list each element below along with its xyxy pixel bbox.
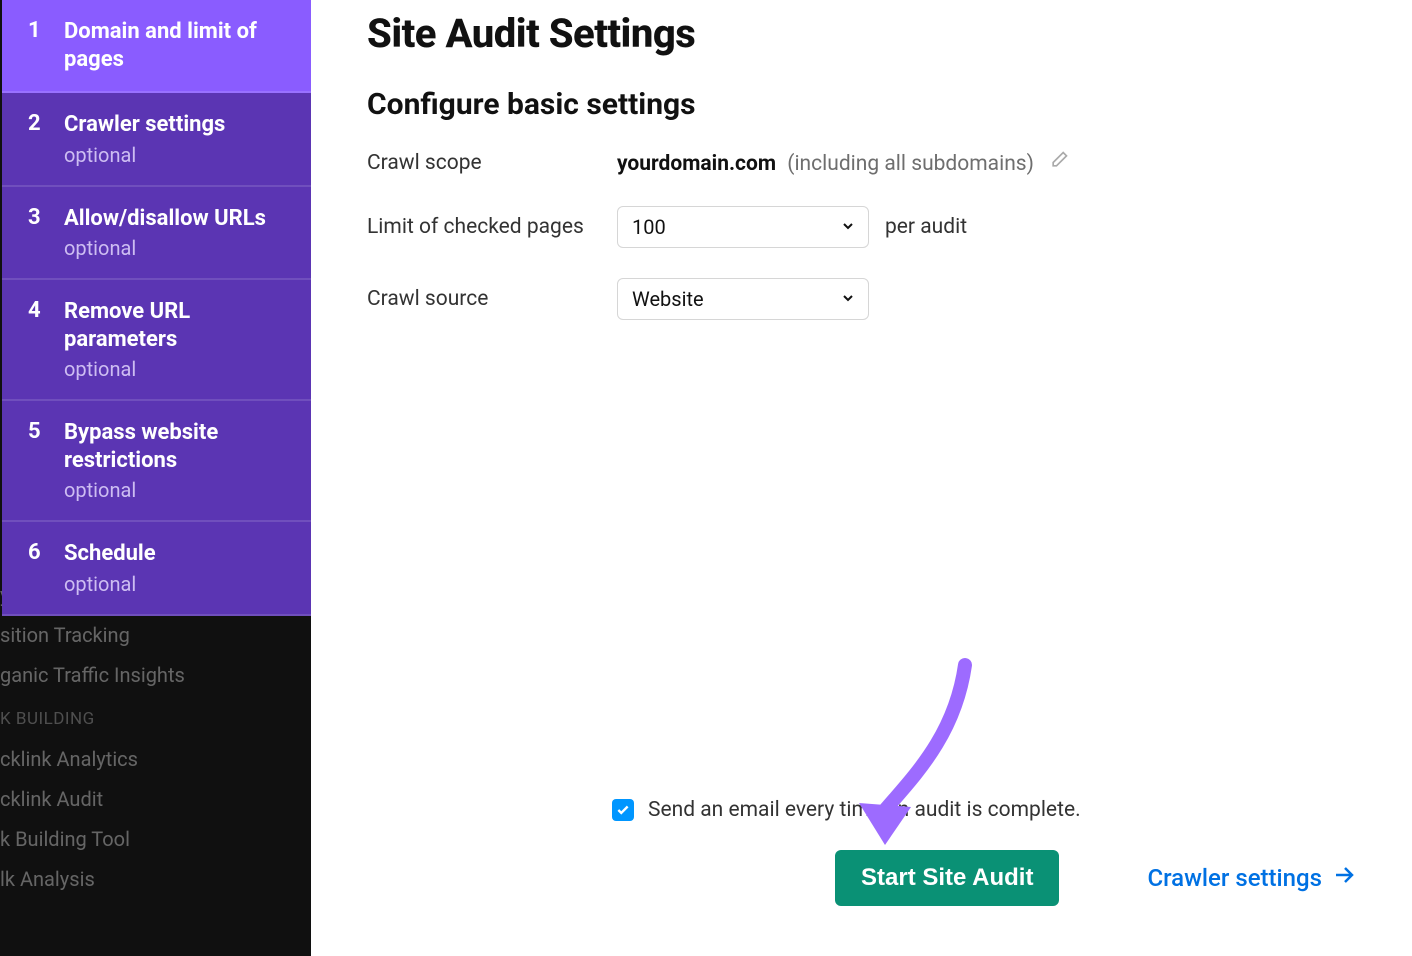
crawl-source-select[interactable]: Website [617, 278, 869, 320]
settings-footer: Send an email every time an audit is com… [311, 798, 1412, 906]
wizard-step-domain-limit[interactable]: 1 Domain and limit of pages [2, 0, 312, 93]
step-number: 1 [28, 18, 46, 73]
crawl-source-value: Website [632, 287, 704, 311]
step-number: 2 [28, 111, 46, 167]
chevron-down-icon [840, 215, 856, 239]
step-subtitle: optional [64, 478, 294, 502]
chevron-down-icon [840, 287, 856, 311]
wizard-step-allow-disallow-urls[interactable]: 3 Allow/disallow URLs optional [2, 187, 312, 281]
crawl-scope-row: Crawl scope yourdomain.com (including al… [367, 150, 1356, 176]
crawl-scope-value: yourdomain.com (including all subdomains… [617, 150, 1069, 176]
wizard-step-list: 1 Domain and limit of pages 2 Crawler se… [2, 0, 312, 616]
next-link-label: Crawler settings [1147, 864, 1322, 892]
step-title: Domain and limit of pages [64, 18, 294, 73]
step-subtitle: optional [64, 572, 294, 596]
arrow-right-icon [1332, 863, 1356, 893]
step-title: Allow/disallow URLs [64, 205, 294, 233]
crawl-source-row: Crawl source Website [367, 278, 1356, 320]
step-subtitle: optional [64, 143, 294, 167]
limit-pages-row: Limit of checked pages 100 per audit [367, 206, 1356, 248]
email-notification-row: Send an email every time an audit is com… [612, 798, 1356, 822]
step-number: 6 [28, 540, 46, 596]
crawl-scope-note: (including all subdomains) [787, 152, 1034, 176]
footer-actions: Start Site Audit Crawler settings [367, 850, 1356, 906]
step-number: 5 [28, 419, 46, 502]
step-title: Bypass website restrictions [64, 419, 294, 474]
wizard-step-crawler-settings[interactable]: 2 Crawler settings optional [2, 93, 312, 187]
email-checkbox[interactable] [612, 799, 634, 821]
page-title: Site Audit Settings [367, 10, 1356, 57]
crawl-source-label: Crawl source [367, 287, 617, 311]
email-checkbox-label: Send an email every time an audit is com… [648, 798, 1081, 822]
limit-pages-select[interactable]: 100 [617, 206, 869, 248]
step-title: Remove URL parameters [64, 298, 294, 353]
limit-pages-label: Limit of checked pages [367, 215, 617, 239]
step-title: Schedule [64, 540, 294, 568]
wizard-step-bypass-restrictions[interactable]: 5 Bypass website restrictions optional [2, 401, 312, 522]
wizard-step-remove-url-params[interactable]: 4 Remove URL parameters optional [2, 280, 312, 401]
limit-pages-suffix: per audit [885, 215, 967, 239]
step-subtitle: optional [64, 236, 294, 260]
section-heading: Configure basic settings [367, 87, 1356, 122]
wizard-step-schedule[interactable]: 6 Schedule optional [2, 522, 312, 616]
step-title: Crawler settings [64, 111, 294, 139]
start-site-audit-button[interactable]: Start Site Audit [835, 850, 1059, 906]
step-number: 4 [28, 298, 46, 381]
edit-icon[interactable] [1049, 152, 1069, 176]
step-subtitle: optional [64, 357, 294, 381]
crawl-scope-domain: yourdomain.com [617, 152, 776, 176]
crawler-settings-link[interactable]: Crawler settings [1147, 863, 1356, 893]
step-number: 3 [28, 205, 46, 261]
limit-pages-value: 100 [632, 215, 666, 239]
crawl-scope-label: Crawl scope [367, 151, 617, 175]
